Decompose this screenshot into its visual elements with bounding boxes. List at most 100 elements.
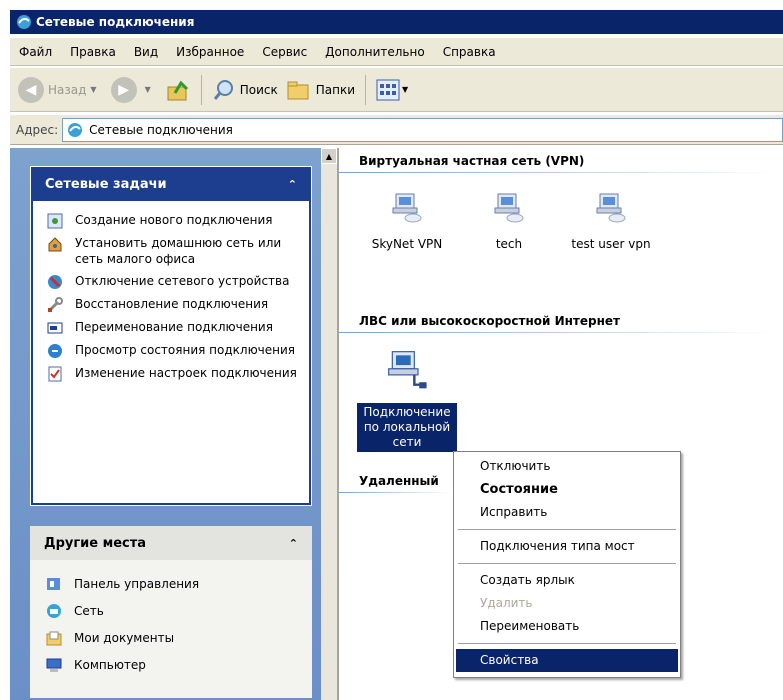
connection-label: SkyNet VPN bbox=[371, 237, 443, 251]
chevron-down-icon[interactable]: ▼ bbox=[145, 85, 151, 94]
group-lan-header: ЛВС или высокоскоростной Интернет bbox=[359, 314, 620, 328]
address-label: Адрес: bbox=[16, 122, 59, 137]
task-label: Просмотр состояния подключения bbox=[75, 343, 296, 357]
menu-edit[interactable]: Правка bbox=[61, 45, 125, 59]
task-label: Отключение сетевого устройства bbox=[75, 274, 290, 288]
task-change-settings[interactable]: Изменение настроек подключения bbox=[33, 362, 309, 385]
scroll-up-arrow-icon[interactable]: ▲ bbox=[321, 148, 337, 164]
other-places-header[interactable]: Другие места ⌃ bbox=[30, 526, 312, 560]
task-pane-scrollbar[interactable]: ▲ bbox=[321, 148, 337, 700]
connection-label: tech bbox=[495, 237, 523, 251]
menu-view[interactable]: Вид bbox=[125, 45, 167, 59]
vpn-connection-icon bbox=[392, 193, 422, 223]
address-bar: Адрес: Сетевые подключения bbox=[10, 115, 783, 145]
network-tasks-title: Сетевые задачи bbox=[45, 176, 167, 192]
back-label: Назад bbox=[48, 82, 87, 97]
place-label: Панель управления bbox=[74, 576, 200, 591]
chevron-down-icon: ▼ bbox=[402, 85, 409, 94]
search-button[interactable]: Поиск bbox=[208, 72, 282, 108]
wrench-icon bbox=[48, 297, 63, 312]
place-control-panel[interactable]: Панель управления bbox=[30, 570, 312, 597]
collapse-icon[interactable]: ⌃ bbox=[288, 178, 297, 191]
menu-item-disconnect[interactable]: Отключить bbox=[456, 455, 678, 478]
task-rename[interactable]: Переименование подключения bbox=[33, 316, 309, 339]
address-field[interactable]: Сетевые подключения bbox=[62, 117, 783, 142]
network-connections-icon bbox=[68, 122, 83, 137]
folders-label: Папки bbox=[315, 82, 356, 97]
connection-tech[interactable]: tech bbox=[459, 190, 559, 251]
folders-icon bbox=[287, 81, 309, 99]
place-label: Мои документы bbox=[74, 630, 175, 645]
menu-bar: Файл Правка Вид Избранное Сервис Дополни… bbox=[10, 38, 783, 66]
lan-connection-icon bbox=[388, 351, 427, 389]
place-network[interactable]: Сеть bbox=[30, 597, 312, 624]
menu-item-rename[interactable]: Переименовать bbox=[456, 615, 678, 638]
task-view-status[interactable]: Просмотр состояния подключения bbox=[33, 339, 309, 362]
menu-help[interactable]: Справка bbox=[434, 45, 505, 59]
up-folder-button[interactable] bbox=[161, 72, 195, 108]
menu-item-bridge[interactable]: Подключения типа мост bbox=[456, 535, 678, 558]
place-computer[interactable]: Компьютер bbox=[30, 651, 312, 678]
connection-label: test user vpn bbox=[571, 237, 651, 251]
address-value: Сетевые подключения bbox=[89, 122, 233, 137]
menu-separator bbox=[458, 643, 676, 644]
task-create-connection[interactable]: Создание нового подключения bbox=[33, 209, 309, 232]
group-vpn-header: Виртуальная частная сеть (VPN) bbox=[359, 154, 585, 168]
vpn-connection-icon bbox=[494, 193, 524, 223]
title-bar: Сетевые подключения bbox=[10, 10, 783, 34]
control-panel-icon bbox=[47, 577, 60, 590]
place-label: Компьютер bbox=[74, 657, 146, 672]
network-connections-icon bbox=[17, 15, 31, 29]
up-folder-icon bbox=[167, 80, 188, 100]
menu-item-delete: Удалить bbox=[480, 596, 533, 610]
search-icon bbox=[213, 79, 233, 100]
task-label: Восстановление подключения bbox=[75, 297, 269, 311]
toolbar-separator bbox=[200, 74, 202, 105]
toolbar: ◀ Назад ▼ ▶ ▼ Поиск Папки ▼ bbox=[10, 68, 783, 112]
connection-skynet-vpn[interactable]: SkyNet VPN bbox=[357, 190, 457, 251]
task-label: Переименование подключения bbox=[75, 320, 273, 334]
network-tasks-list: Создание нового подключения Установить д… bbox=[31, 201, 311, 505]
task-label: Создание нового подключения bbox=[75, 213, 273, 227]
menu-item-repair[interactable]: Исправить bbox=[456, 501, 678, 524]
home-network-icon bbox=[48, 237, 62, 252]
other-places-panel: Другие места ⌃ Панель управления Сеть Мо… bbox=[30, 526, 312, 698]
connection-local-area[interactable]: Подключение по локальной сети bbox=[357, 348, 457, 452]
back-button[interactable]: ◀ Назад ▼ bbox=[14, 72, 107, 108]
menu-item-create-shortcut[interactable]: Создать ярлык bbox=[456, 569, 678, 592]
chevron-down-icon[interactable]: ▼ bbox=[90, 85, 96, 94]
new-connection-icon bbox=[47, 213, 63, 229]
menu-item-properties[interactable]: Свойства bbox=[456, 649, 678, 672]
group-divider bbox=[339, 492, 449, 493]
task-repair[interactable]: Восстановление подключения bbox=[33, 293, 309, 316]
forward-arrow-icon: ▶ bbox=[110, 76, 137, 103]
network-tasks-panel: Сетевые задачи ⌃ Создание нового подключ… bbox=[30, 166, 312, 506]
context-menu: Отключить Состояние Исправить Подключени… bbox=[453, 451, 681, 678]
toolbar-separator bbox=[365, 74, 367, 105]
collapse-icon[interactable]: ⌃ bbox=[289, 537, 298, 550]
menu-favorites[interactable]: Избранное bbox=[167, 45, 253, 59]
my-documents-icon bbox=[46, 631, 62, 645]
group-divider bbox=[339, 172, 779, 173]
other-places-list: Панель управления Сеть Мои документы Ком… bbox=[30, 560, 312, 678]
other-places-title: Другие места bbox=[44, 535, 147, 551]
network-icon bbox=[47, 603, 61, 618]
group-remote-header: Удаленный bbox=[359, 474, 439, 488]
task-home-network[interactable]: Установить домашнюю сеть или сеть малого… bbox=[33, 232, 309, 270]
place-my-documents[interactable]: Мои документы bbox=[30, 624, 312, 651]
menu-item-status[interactable]: Состояние bbox=[456, 478, 678, 501]
task-disable-device[interactable]: Отключение сетевого устройства bbox=[33, 270, 309, 293]
network-tasks-header[interactable]: Сетевые задачи ⌃ bbox=[31, 167, 311, 201]
settings-checklist-icon bbox=[48, 366, 62, 382]
task-label: Изменение настроек подключения bbox=[75, 366, 297, 380]
forward-button[interactable]: ▶ ▼ bbox=[107, 72, 161, 108]
menu-tools[interactable]: Сервис bbox=[253, 45, 316, 59]
folders-button[interactable]: Папки bbox=[282, 72, 359, 108]
disable-device-icon bbox=[48, 275, 62, 289]
search-label: Поиск bbox=[239, 82, 278, 97]
menu-advanced[interactable]: Дополнительно bbox=[316, 45, 434, 59]
connection-test-user-vpn[interactable]: test user vpn bbox=[561, 190, 661, 251]
views-button[interactable]: ▼ bbox=[372, 72, 412, 108]
computer-icon bbox=[46, 658, 62, 672]
menu-file[interactable]: Файл bbox=[10, 45, 61, 59]
